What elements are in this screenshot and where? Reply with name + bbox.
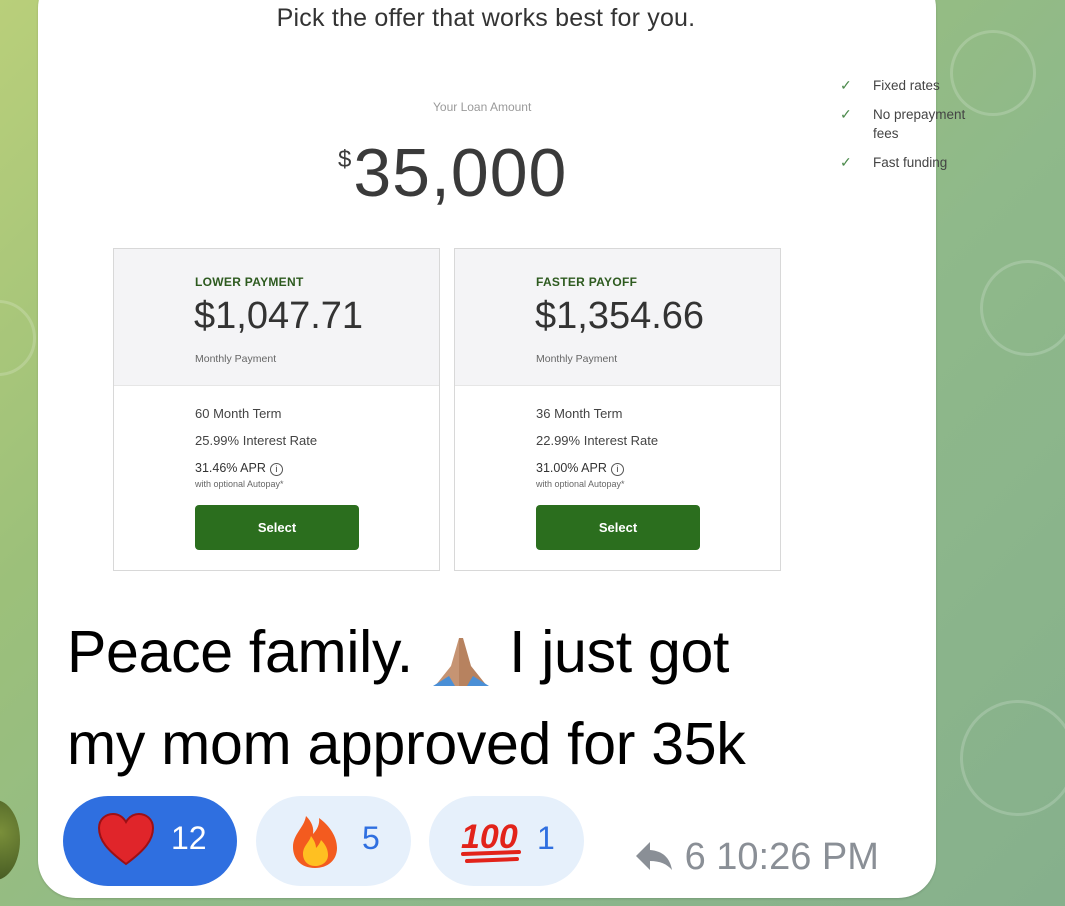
background-doodle (960, 700, 1065, 816)
svg-text:100: 100 (461, 818, 518, 856)
apr: 31.46% APR i (195, 461, 283, 476)
feature-label: Fixed rates (873, 78, 940, 93)
offer-card-lower-payment: LOWER PAYMENT $1,047.71 Monthly Payment … (113, 248, 440, 571)
heart-icon (97, 812, 155, 873)
reaction-hundred[interactable]: 100 1 (429, 796, 584, 886)
reaction-count: 5 (362, 820, 380, 856)
autopay-note: with optional Autopay* (536, 479, 625, 489)
autopay-note: with optional Autopay* (195, 479, 284, 489)
feature-item: ✓ Fixed rates (840, 76, 980, 95)
feature-label: No prepayment fees (873, 107, 966, 141)
apr: 31.00% APR i (536, 461, 624, 476)
monthly-payment-label: Monthly Payment (536, 353, 618, 365)
message-time: 10:26 PM (716, 836, 879, 878)
loan-amount: $35,000 (338, 134, 567, 212)
feature-label: Fast funding (873, 155, 948, 170)
loan-amount-label: Your Loan Amount (433, 100, 532, 114)
monthly-payment: $1,354.66 (535, 295, 705, 337)
loan-term: 36 Month Term (536, 406, 623, 421)
card-header: FASTER PAYOFF $1,354.66 Monthly Payment (455, 249, 780, 386)
apr-value: 31.00% APR (536, 461, 607, 475)
card-header: LOWER PAYMENT $1,047.71 Monthly Payment (114, 249, 439, 386)
reaction-heart[interactable]: 12 (63, 796, 237, 886)
select-button[interactable]: Select (195, 505, 359, 550)
message-meta: 6 10:26 PM (634, 836, 879, 879)
apr-value: 31.46% APR (195, 461, 266, 475)
check-icon: ✓ (840, 154, 852, 170)
monthly-payment-label: Monthly Payment (195, 353, 277, 365)
forward-count: 6 (684, 836, 706, 878)
info-icon[interactable]: i (269, 463, 283, 476)
loan-amount-value: 35,000 (353, 135, 568, 211)
background-doodle (980, 260, 1065, 356)
select-button[interactable]: Select (536, 505, 700, 550)
interest-rate: 25.99% Interest Rate (195, 433, 318, 448)
info-icon[interactable]: i (610, 463, 624, 476)
monthly-payment: $1,047.71 (194, 295, 364, 337)
message-text: Peace family. I just got my mom approved… (67, 606, 907, 790)
reaction-count: 12 (171, 820, 207, 856)
card-title: FASTER PAYOFF (536, 275, 638, 289)
message-line1-end: I just got (509, 619, 730, 685)
reaction-fire[interactable]: 5 (256, 796, 411, 886)
offer-screenshot: Pick the offer that works best for you. … (38, 0, 965, 600)
forward-icon (634, 839, 674, 871)
folded-hands-icon (429, 622, 493, 687)
background-doodle (0, 300, 36, 376)
avatar[interactable] (0, 800, 20, 880)
hundred-points-icon: 100 (459, 812, 525, 871)
offer-card-faster-payoff: FASTER PAYOFF $1,354.66 Monthly Payment … (454, 248, 781, 571)
interest-rate: 22.99% Interest Rate (536, 433, 659, 448)
offer-heading: Pick the offer that works best for you. (276, 4, 696, 32)
feature-list: ✓ Fixed rates ✓ No prepayment fees ✓ Fas… (840, 76, 980, 182)
loan-term: 60 Month Term (195, 406, 282, 421)
fire-icon (290, 810, 340, 875)
feature-item: ✓ Fast funding (840, 153, 980, 172)
currency-symbol: $ (338, 146, 352, 173)
message-line2: my mom approved for 35k (67, 711, 746, 777)
feature-item: ✓ No prepayment fees (840, 105, 980, 143)
check-icon: ✓ (840, 106, 852, 122)
message-line1-start: Peace family. (67, 619, 413, 685)
check-icon: ✓ (840, 77, 852, 93)
card-title: LOWER PAYMENT (195, 275, 304, 289)
reaction-count: 1 (537, 820, 555, 856)
